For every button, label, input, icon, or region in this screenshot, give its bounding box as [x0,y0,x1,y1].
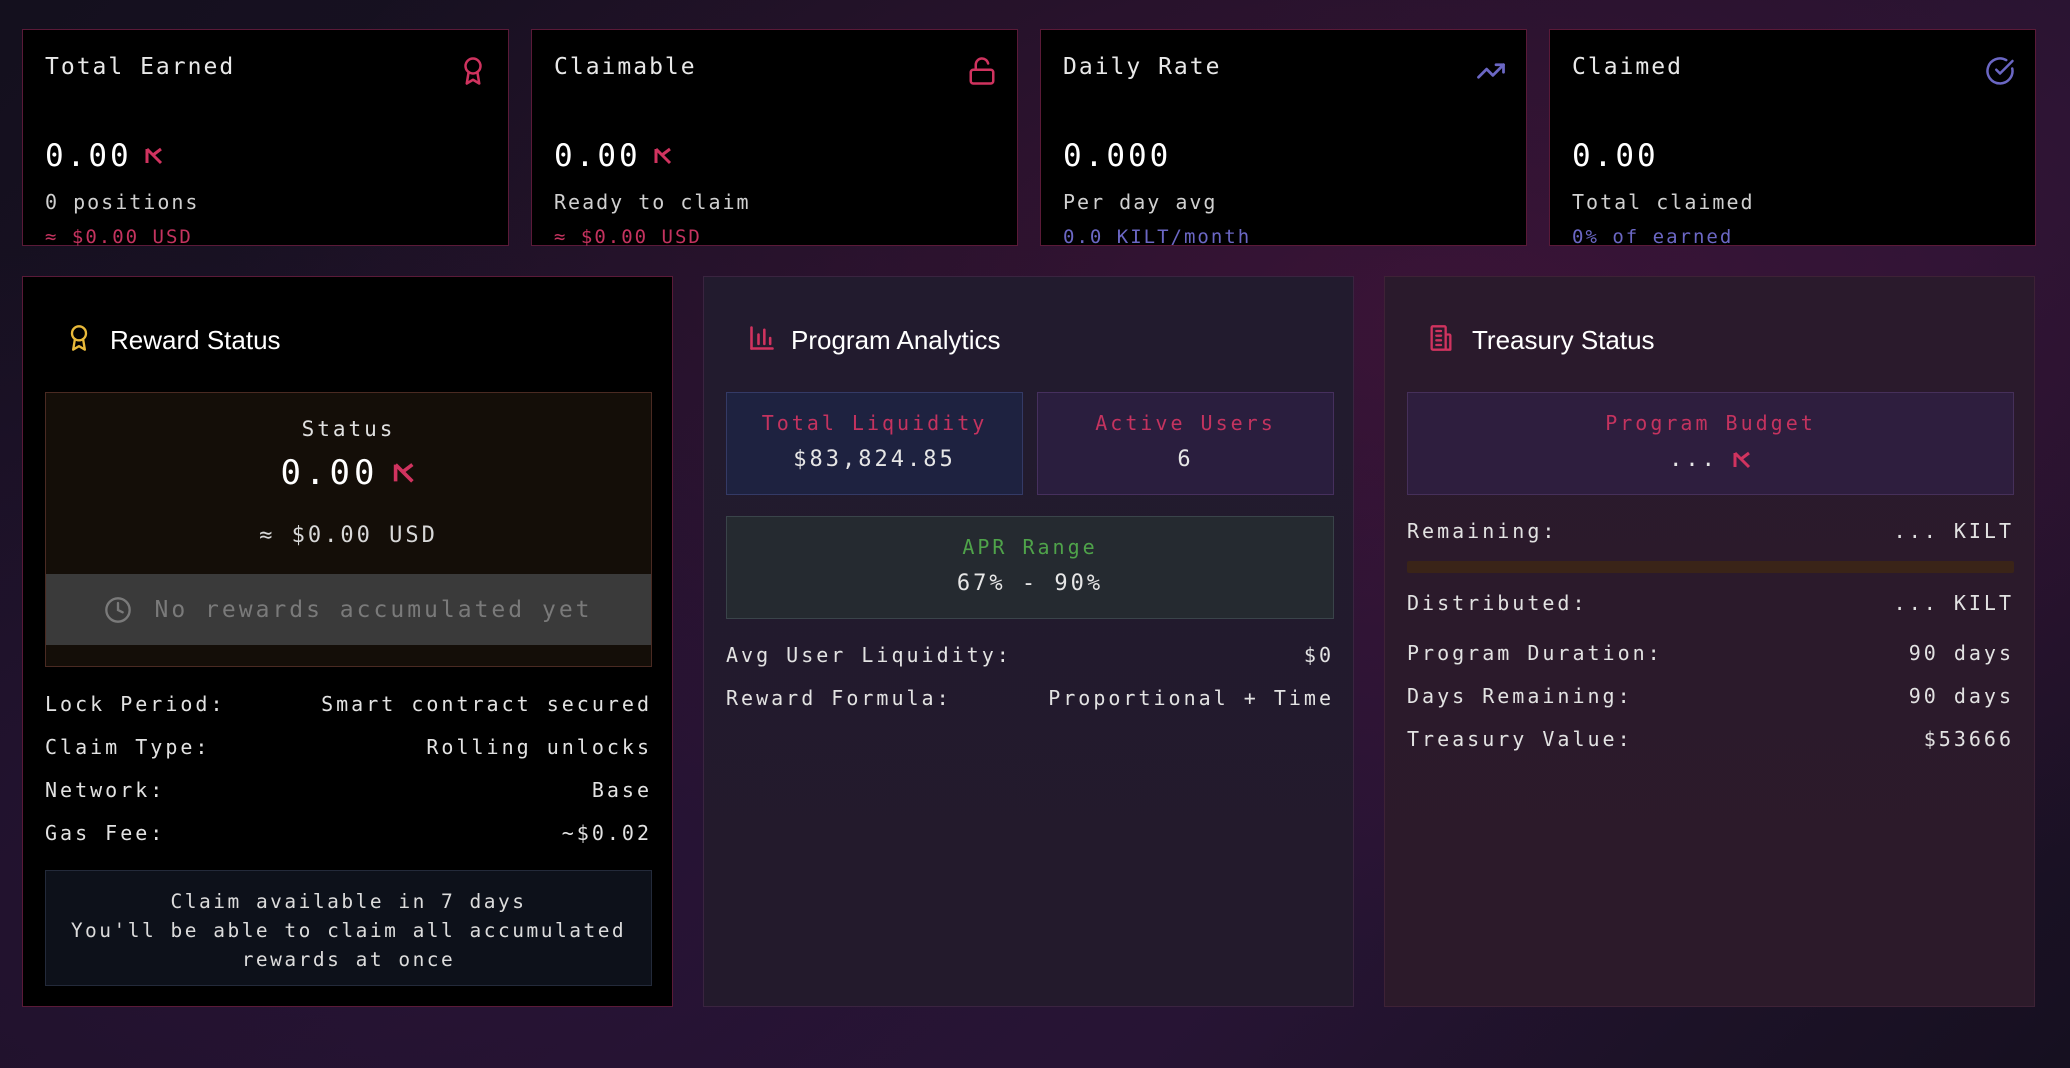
program-budget-value: ... [1408,447,2013,472]
panel-title: Reward Status [110,325,281,355]
award-icon [70,325,88,351]
status-label: Status [301,417,396,441]
info-row-days-remaining: Days Remaining: 90 days [1407,684,2014,708]
info-row-avg-liquidity: Avg User Liquidity: $0 [726,643,1334,667]
stat-value: 0.00 [1572,138,1659,174]
panel-title: Treasury Status [1472,325,1655,355]
stat-sub: 0 positions [45,190,200,214]
stat-label: Claimed [1572,54,1683,80]
active-users-label: Active Users [1095,411,1276,435]
status-box: Status 0.00 ≈ $0.00 USD No rewards accum… [45,392,652,667]
reward-status-panel: Reward Status Status 0.00 ≈ $0.00 USD No… [22,276,673,1007]
stat-value: 0.000 [1063,138,1172,174]
stat-value: 0.00 [45,138,164,174]
program-budget-label: Program Budget [1605,411,1816,435]
stat-percent: 0% of earned [1572,226,1734,248]
kilt-token-icon [394,463,415,483]
stat-value: 0.00 [554,138,673,174]
stat-card-claimable: Claimable 0.00 Ready to claim ≈ $0.00 US… [531,29,1018,248]
trending-up-icon [1477,63,1505,79]
info-row-reward-formula: Reward Formula: Proportional + Time [726,686,1334,710]
treasury-status-panel: Treasury Status Program Budget ... Remai… [1384,276,2035,1007]
clock-icon [105,596,132,623]
stat-card-claimed: Claimed 0.00 Total claimed 0% of earned [1549,29,2036,248]
panel-title: Program Analytics [791,325,1001,355]
program-budget-box: Program Budget ... [1407,392,2014,495]
stat-sub: Total claimed [1572,190,1755,214]
stat-card-total-earned: Total Earned 0.00 0 positions ≈ $0.00 US… [22,29,509,248]
info-row-distributed: Distributed:... KILT [1407,591,2014,615]
active-users-box: Active Users 6 [1037,392,1334,495]
apr-range-box: APR Range 67% - 90% [726,516,1334,619]
stat-label: Claimable [554,54,697,80]
apr-range-value: 67% - 90% [956,571,1104,596]
claim-line-3: rewards at once [241,948,456,971]
stat-card-daily-rate: Daily Rate 0.000 Per day avg 0.0 KILT/mo… [1040,29,1527,248]
info-row-treasury-value: Treasury Value: $53666 [1407,727,2014,751]
info-row-program-duration: Program Duration: 90 days [1407,641,2014,665]
no-rewards-banner: No rewards accumulated yet [46,574,651,645]
stat-label: Total Earned [45,54,236,80]
no-rewards-text: No rewards accumulated yet [154,596,593,623]
info-row-remaining: Remaining:... KILT [1407,519,2014,543]
total-liquidity-value: $83,824.85 [793,447,956,472]
remaining-progress-bar [1407,561,2014,573]
total-liquidity-label: Total Liquidity [761,411,988,435]
claim-line-1: Claim available in 7 days [170,890,527,913]
bar-chart-icon [750,326,774,350]
stat-monthly: 0.0 KILT/month [1063,226,1252,248]
stat-usd: ≈ $0.00 USD [554,226,702,248]
stat-sub: Ready to claim [554,190,751,214]
building-icon [1430,325,1452,351]
claim-info-box: Claim available in 7 days You'll be able… [45,870,652,986]
active-users-value: 6 [1177,447,1194,472]
kilt-token-icon [654,147,671,165]
stat-usd: ≈ $0.00 USD [45,226,193,248]
info-row-network: Network: Base [45,778,652,802]
claim-line-2: You'll be able to claim all accumulated [70,919,627,942]
check-circle-icon [1986,57,2014,85]
kilt-token-icon [1733,451,1750,468]
info-row-gas-fee: Gas Fee: ~$0.02 [45,821,652,845]
stat-label: Daily Rate [1063,54,1222,80]
status-usd: ≈ $0.00 USD [259,523,438,548]
info-row-lock-period: Lock Period: Smart contract secured [45,692,652,716]
stat-sub: Per day avg [1063,190,1218,214]
award-icon [464,57,482,85]
kilt-token-icon [145,147,162,165]
info-row-claim-type: Claim Type: Rolling unlocks [45,735,652,759]
status-value: 0.00 [46,453,651,493]
unlock-icon [969,57,995,85]
apr-range-label: APR Range [962,535,1098,559]
program-analytics-panel: Program Analytics Total Liquidity $83,82… [703,276,1354,1007]
total-liquidity-box: Total Liquidity $83,824.85 [726,392,1023,495]
